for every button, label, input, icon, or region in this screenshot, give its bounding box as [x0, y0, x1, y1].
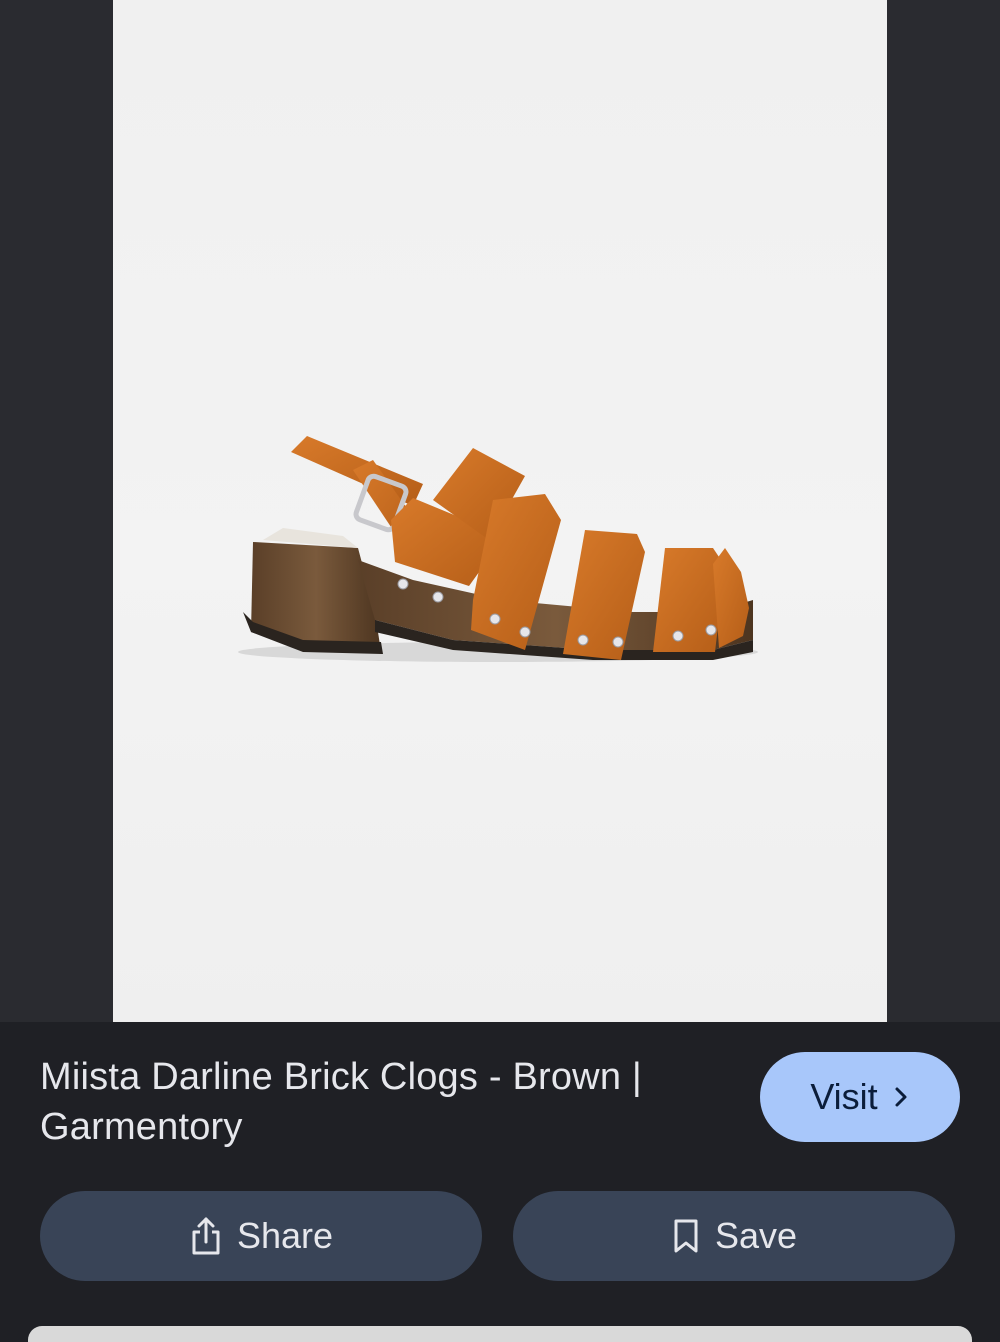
- sandal-illustration: [238, 436, 758, 662]
- visit-label: Visit: [810, 1076, 878, 1117]
- product-image[interactable]: [113, 0, 887, 1022]
- next-result-card-edge: [28, 1326, 972, 1342]
- save-button[interactable]: Save: [513, 1191, 955, 1281]
- result-title[interactable]: Miista Darline Brick Clogs - Brown | Gar…: [40, 1052, 730, 1152]
- bookmark-icon: [671, 1217, 701, 1255]
- save-label: Save: [714, 1215, 798, 1256]
- share-icon: [189, 1215, 223, 1257]
- result-info-panel: Miista Darline Brick Clogs - Brown | Gar…: [0, 1022, 1000, 1333]
- chevron-right-icon: [892, 1085, 910, 1109]
- share-button[interactable]: Share: [40, 1191, 482, 1281]
- share-label: Share: [236, 1215, 334, 1256]
- image-viewer: [0, 0, 1000, 1022]
- visit-button[interactable]: Visit: [760, 1052, 960, 1142]
